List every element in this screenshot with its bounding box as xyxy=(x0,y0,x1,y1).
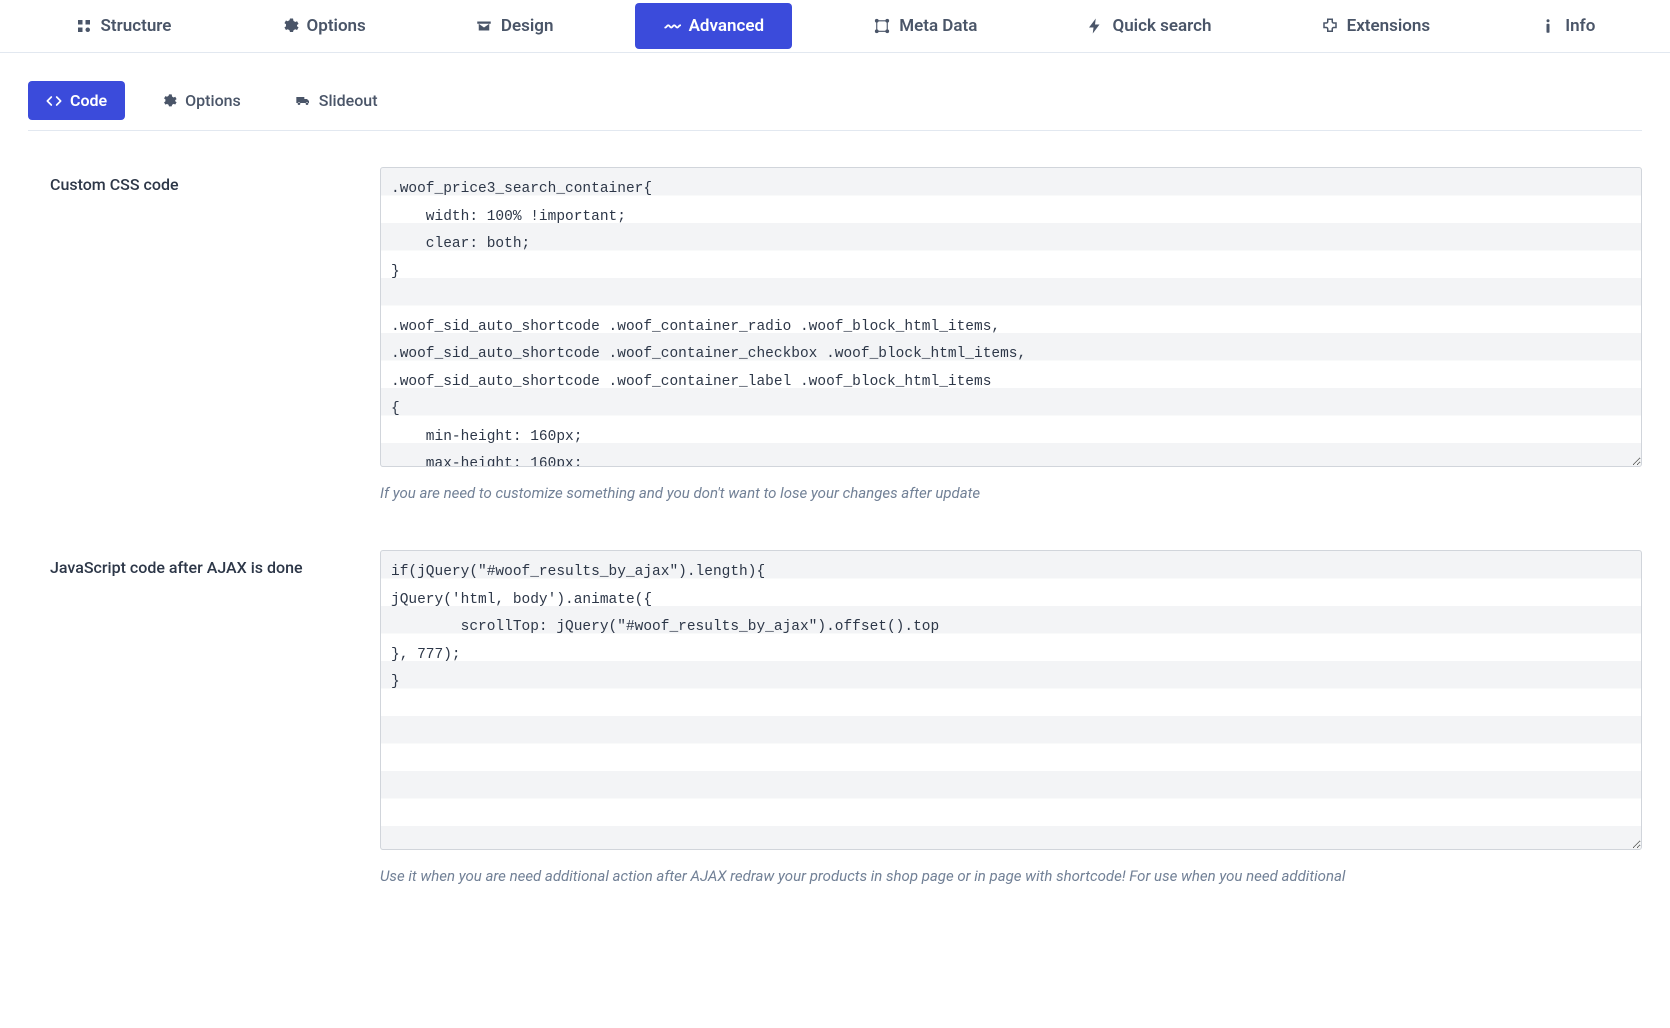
js-after-ajax-help: Use it when you are need additional acti… xyxy=(380,866,1642,887)
js-after-ajax-label: JavaScript code after AJAX is done xyxy=(50,550,360,887)
advanced-icon xyxy=(663,17,681,35)
custom-css-help: If you are need to customize something a… xyxy=(380,483,1642,504)
custom-css-section: Custom CSS code If you are need to custo… xyxy=(28,131,1642,514)
sub-tab-slideout[interactable]: Slideout xyxy=(277,81,396,120)
tab-info[interactable]: Info xyxy=(1511,0,1623,52)
structure-icon xyxy=(75,17,93,35)
code-icon xyxy=(46,93,62,109)
tab-label: Advanced xyxy=(689,16,765,36)
tab-meta-data[interactable]: Meta Data xyxy=(845,0,1005,52)
sub-tab-label: Slideout xyxy=(319,91,378,110)
custom-css-textarea[interactable] xyxy=(380,167,1642,467)
sub-tab-label: Options xyxy=(185,91,241,110)
tab-label: Options xyxy=(307,16,366,36)
gear-icon xyxy=(161,93,177,109)
tab-extensions[interactable]: Extensions xyxy=(1293,0,1459,52)
js-after-ajax-textarea[interactable] xyxy=(380,550,1642,850)
tab-label: Quick search xyxy=(1112,16,1211,36)
gear-icon xyxy=(281,17,299,35)
tab-label: Meta Data xyxy=(899,16,977,36)
tab-design[interactable]: Design xyxy=(447,0,582,52)
tab-label: Extensions xyxy=(1347,16,1431,36)
main-tabs: Structure Options Design Advanced Meta D… xyxy=(0,0,1670,53)
meta-data-icon xyxy=(873,17,891,35)
js-after-ajax-section: JavaScript code after AJAX is done Use i… xyxy=(28,514,1642,897)
tab-options[interactable]: Options xyxy=(253,0,394,52)
sub-tab-options[interactable]: Options xyxy=(143,81,259,120)
extensions-icon xyxy=(1321,17,1339,35)
tab-quick-search[interactable]: Quick search xyxy=(1058,0,1239,52)
sub-tab-label: Code xyxy=(70,91,107,110)
sub-tab-code[interactable]: Code xyxy=(28,81,125,120)
tab-label: Structure xyxy=(101,16,172,36)
tab-advanced[interactable]: Advanced xyxy=(635,3,793,49)
design-icon xyxy=(475,17,493,35)
tab-label: Design xyxy=(501,16,554,36)
custom-css-label: Custom CSS code xyxy=(50,167,360,504)
sub-tabs: Code Options Slideout xyxy=(28,81,1642,131)
info-icon xyxy=(1539,17,1557,35)
tab-structure[interactable]: Structure xyxy=(47,0,200,52)
tab-label: Info xyxy=(1565,16,1595,36)
truck-icon xyxy=(295,93,311,109)
lightning-icon xyxy=(1086,17,1104,35)
